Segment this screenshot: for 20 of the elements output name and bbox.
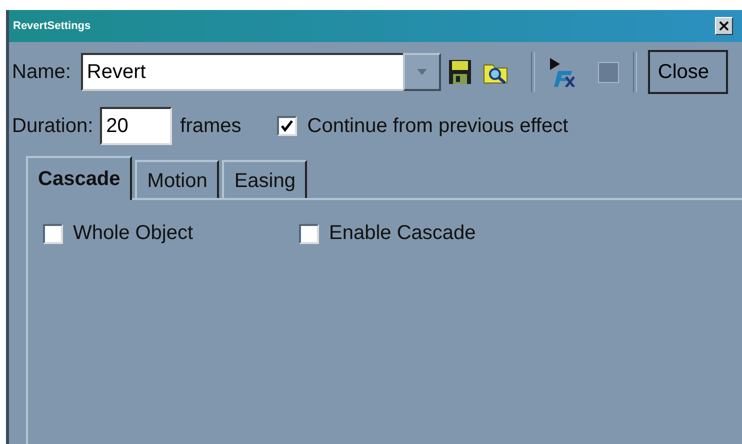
unit-label: frames (180, 114, 242, 138)
duration-field[interactable]: 20 (100, 107, 172, 145)
caret-icon (416, 68, 428, 76)
tab[interactable]: Cascade (26, 156, 132, 200)
checkbox[interactable] (277, 116, 298, 136)
checkbox-label: Whole Object (73, 222, 194, 245)
tab[interactable]: Motion (135, 160, 220, 198)
window-title: RevertSettings (13, 20, 91, 32)
name-label: Name: (12, 60, 71, 84)
close-button[interactable]: Close (648, 50, 728, 94)
checkbox-label: Continue from previous effect (307, 114, 568, 138)
checkbox[interactable] (299, 224, 319, 244)
checkbox-label: Enable Cascade (329, 222, 476, 245)
duration-label: Duration: (12, 114, 94, 138)
checkbox[interactable] (43, 224, 63, 244)
tab[interactable]: Easing (222, 160, 308, 198)
close-button[interactable]: × (715, 17, 733, 35)
play-effect-icon[interactable] (548, 57, 576, 87)
dropdown-button[interactable] (402, 53, 441, 91)
name-field[interactable]: Revert (80, 53, 403, 91)
